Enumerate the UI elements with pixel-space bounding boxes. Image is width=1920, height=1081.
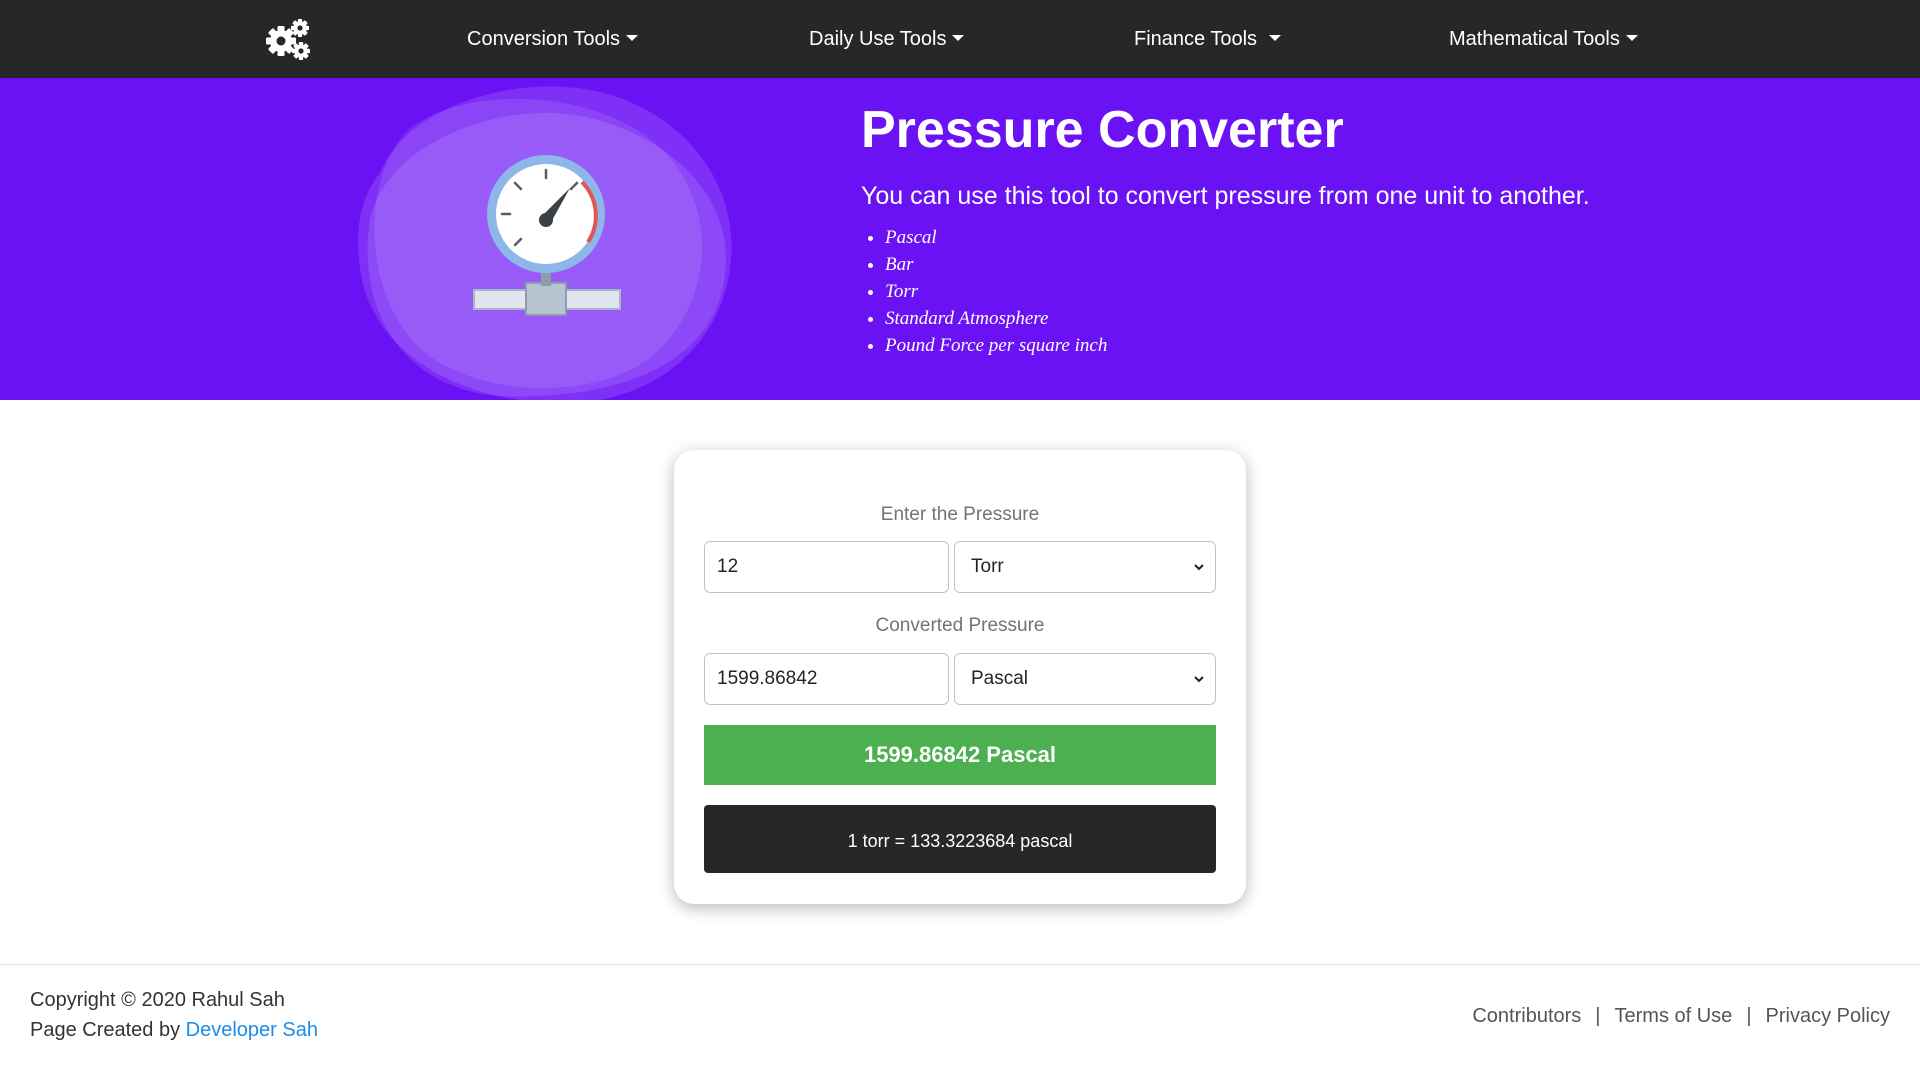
nav-conversion-tools-label: Conversion Tools [467, 28, 621, 50]
conversion-formula: 1 torr = 133.3223684 pascal [704, 805, 1216, 873]
nav-mathematical-tools[interactable]: Mathematical Tools [1449, 0, 1638, 78]
input-unit-value: Torr [971, 556, 1004, 577]
chevron-down-icon [1194, 676, 1204, 683]
navbar: Conversion Tools Daily Use Tools Finance… [0, 0, 1920, 78]
converted-pressure-value: 1599.86842 [717, 668, 818, 689]
pressure-gauge-icon [358, 86, 732, 400]
unit-list-item: Torr [885, 278, 1107, 305]
terms-of-use-link[interactable]: Terms of Use [1615, 1005, 1733, 1027]
contributors-link[interactable]: Contributors [1472, 1005, 1581, 1027]
link-separator: | [1595, 1005, 1601, 1027]
credit-text: Page Created by Developer Sah [30, 1019, 318, 1042]
footer: Copyright © 2020 Rahul Sah Page Created … [0, 964, 1920, 1081]
unit-list-item: Bar [885, 251, 1107, 278]
pressure-input-value: 12 [717, 556, 739, 577]
nav-conversion-tools[interactable]: Conversion Tools [467, 0, 639, 78]
credit-prefix: Page Created by [30, 1019, 186, 1041]
pressure-input[interactable]: 12 [704, 541, 949, 593]
caret-down-icon [1625, 35, 1638, 41]
nav-mathematical-tools-label: Mathematical Tools [1449, 28, 1620, 50]
unit-list-item: Pound Force per square inch [885, 332, 1107, 359]
hero-banner: Pressure Converter You can use this tool… [0, 78, 1920, 400]
nav-finance-tools[interactable]: Finance Tools [1134, 0, 1282, 78]
conversion-result: 1599.86842 Pascal [704, 725, 1216, 785]
unit-list-item: Pascal [885, 224, 1107, 251]
output-unit-select[interactable]: Pascal [954, 653, 1216, 705]
nav-finance-tools-label: Finance Tools [1134, 28, 1258, 50]
converter-card: Enter the Pressure 12 Torr Converted Pre… [674, 450, 1246, 904]
link-separator: | [1746, 1005, 1752, 1027]
converted-pressure-output[interactable]: 1599.86842 [704, 653, 949, 705]
supported-units-list: Pascal Bar Torr Standard Atmosphere Poun… [861, 224, 1107, 359]
chevron-down-icon [1194, 564, 1204, 571]
footer-links: Contributors | Terms of Use | Privacy Policy [1472, 1005, 1890, 1028]
input-pressure-label: Enter the Pressure [880, 504, 1040, 525]
caret-down-icon [952, 35, 965, 41]
developer-link[interactable]: Developer Sah [186, 1019, 318, 1041]
nav-daily-use-tools[interactable]: Daily Use Tools [809, 0, 965, 78]
copyright-text: Copyright © 2020 Rahul Sah [30, 989, 285, 1011]
privacy-policy-link[interactable]: Privacy Policy [1766, 1005, 1890, 1027]
caret-down-icon [626, 35, 639, 41]
input-unit-select[interactable]: Torr [954, 541, 1216, 593]
gears-icon[interactable] [263, 17, 311, 61]
caret-down-icon [1269, 35, 1282, 41]
converted-pressure-label: Converted Pressure [875, 615, 1045, 636]
page-title: Pressure Converter [861, 101, 1344, 159]
output-unit-value: Pascal [971, 668, 1029, 689]
nav-daily-use-tools-label: Daily Use Tools [809, 28, 947, 50]
page-description: You can use this tool to convert pressur… [861, 182, 1590, 210]
unit-list-item: Standard Atmosphere [885, 305, 1107, 332]
